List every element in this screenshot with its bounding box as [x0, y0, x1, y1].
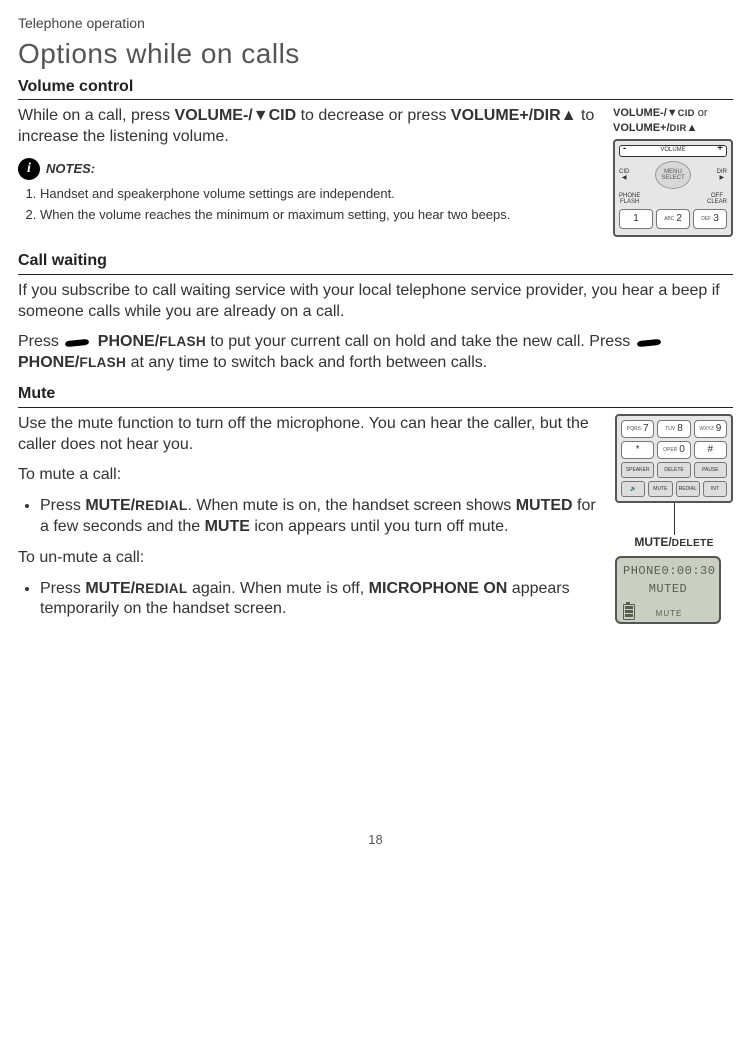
- key-delete-label: DELETE: [657, 462, 690, 478]
- callwaiting-p2: Press PHONE/FLASH to put your current ca…: [18, 332, 733, 374]
- lcd-mute-indicator: MUTE: [656, 609, 683, 619]
- callout-line: [674, 503, 675, 535]
- info-icon: i: [18, 158, 40, 180]
- key-3: DEF3: [693, 209, 727, 229]
- dir-key: DIR▶: [717, 169, 727, 181]
- heading-mute: Mute: [18, 384, 733, 408]
- battery-icon: [623, 604, 635, 620]
- heading-call-waiting: Call waiting: [18, 251, 733, 275]
- mute-illustration: PQRS7 TUV8 WXYZ9 * OPER0 # SPEAKER DELET…: [615, 414, 733, 624]
- key-speaker: 🔊: [621, 481, 645, 497]
- mute-delete-label: MUTE/DELETE: [615, 535, 733, 551]
- lcd-screen: PHONE 0:00:30 MUTED MUTE: [615, 556, 721, 623]
- phone-icon: [63, 336, 93, 348]
- notes-header: i NOTES:: [18, 158, 603, 180]
- key-2: ABC2: [656, 209, 690, 229]
- key-0: OPER0: [657, 441, 690, 459]
- vol-label-down: VOLUME-/▼CID: [613, 107, 695, 119]
- off-clear-key: OFFCLEAR: [707, 193, 727, 205]
- vol-label-or: or: [695, 107, 708, 119]
- page-title: Options while on calls: [18, 36, 733, 72]
- keypad-mute-illustration: PQRS7 TUV8 WXYZ9 * OPER0 # SPEAKER DELET…: [615, 414, 733, 503]
- notes-label: NOTES:: [46, 161, 95, 178]
- heading-volume-control: Volume control: [18, 77, 733, 101]
- key-int: INT: [703, 481, 727, 497]
- keypad-top-illustration: VOLUME CID◀ MENU SELECT DIR▶ PHONEFLASH …: [613, 139, 733, 237]
- page-number: 18: [18, 832, 733, 849]
- key-mute: MUTE: [648, 481, 672, 497]
- lcd-phone-text: PHONE: [623, 564, 662, 580]
- key-9: WXYZ9: [694, 420, 727, 438]
- menu-select-key: MENU SELECT: [655, 161, 691, 189]
- volume-illustration: VOLUME-/▼CID or VOLUME+/DIR▲ VOLUME CID◀…: [613, 106, 733, 237]
- callwaiting-p1: If you subscribe to call waiting service…: [18, 281, 733, 323]
- key-pause-label: PAUSE: [694, 462, 727, 478]
- key-redial: REDIAL: [676, 481, 700, 497]
- lcd-muted-text: MUTED: [623, 582, 713, 598]
- vol-label-up: VOLUME+/DIR▲: [613, 122, 697, 134]
- key-8: TUV8: [657, 420, 690, 438]
- key-star: *: [621, 441, 654, 459]
- key-hash: #: [694, 441, 727, 459]
- cid-key: CID◀: [619, 169, 629, 181]
- key-speaker-label: SPEAKER: [621, 462, 654, 478]
- section-header: Telephone operation: [18, 14, 733, 32]
- phone-icon: [635, 336, 665, 348]
- lcd-timer: 0:00:30: [662, 564, 716, 580]
- phone-flash-key: PHONEFLASH: [619, 193, 640, 205]
- key-1: 1: [619, 209, 653, 229]
- key-7: PQRS7: [621, 420, 654, 438]
- volume-rocker: VOLUME: [619, 145, 727, 157]
